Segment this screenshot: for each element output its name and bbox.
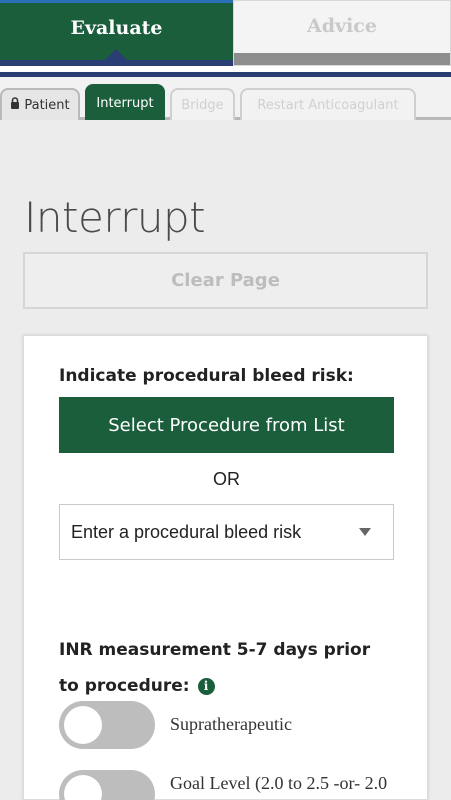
page-title: Interrupt: [24, 193, 206, 242]
inactive-tab-underline: [234, 53, 450, 65]
tab-interrupt[interactable]: Interrupt: [85, 84, 165, 120]
tab-bridge[interactable]: Bridge: [170, 88, 235, 120]
tab-advice[interactable]: Advice: [233, 0, 451, 66]
tab-interrupt-label: Interrupt: [96, 95, 154, 111]
tab-evaluate-label: Evaluate: [70, 16, 163, 39]
bleed-risk-label: Indicate procedural bleed risk:: [59, 366, 354, 386]
supratherapeutic-toggle[interactable]: [59, 701, 155, 749]
procedure-card: Indicate procedural bleed risk: Select P…: [23, 335, 428, 800]
caret-up-icon: [105, 49, 127, 60]
tab-restart-anticoagulant[interactable]: Restart Anticoagulant: [240, 88, 416, 120]
tab-bridge-label: Bridge: [181, 97, 224, 113]
secondary-tabs: Patient Interrupt Bridge Restart Anticoa…: [0, 77, 451, 120]
tab-evaluate[interactable]: Evaluate: [0, 0, 233, 66]
inr-label-line2: to procedure:: [59, 676, 190, 696]
inr-measurement-label: INR measurement 5-7 days prior to proced…: [59, 632, 399, 704]
inr-label-line1: INR measurement 5-7 days prior: [59, 640, 371, 660]
lock-icon: [10, 97, 20, 113]
goal-level-label: Goal Level (2.0 to 2.5 -or- 2.0: [170, 773, 388, 793]
goal-level-toggle[interactable]: [59, 770, 155, 800]
tab-patient-label: Patient: [24, 97, 70, 113]
toggle-knob: [64, 706, 102, 744]
active-tab-underline: [0, 60, 233, 66]
select-procedure-button[interactable]: Select Procedure from List: [59, 397, 394, 453]
tab-restart-label: Restart Anticoagulant: [257, 97, 399, 113]
toggle-knob: [64, 775, 102, 800]
supratherapeutic-label: Supratherapeutic: [170, 714, 292, 734]
tab-advice-label: Advice: [307, 15, 377, 37]
or-separator: OR: [213, 469, 240, 489]
primary-tabs: Evaluate Advice: [0, 0, 451, 72]
bleed-risk-select[interactable]: Enter a procedural bleed risk: [59, 504, 394, 560]
chevron-down-icon: [359, 528, 371, 536]
bleed-risk-select-value: Enter a procedural bleed risk: [71, 521, 302, 542]
clear-page-button[interactable]: Clear Page: [23, 252, 428, 309]
tab-patient[interactable]: Patient: [0, 88, 80, 120]
info-icon[interactable]: i: [197, 677, 215, 695]
